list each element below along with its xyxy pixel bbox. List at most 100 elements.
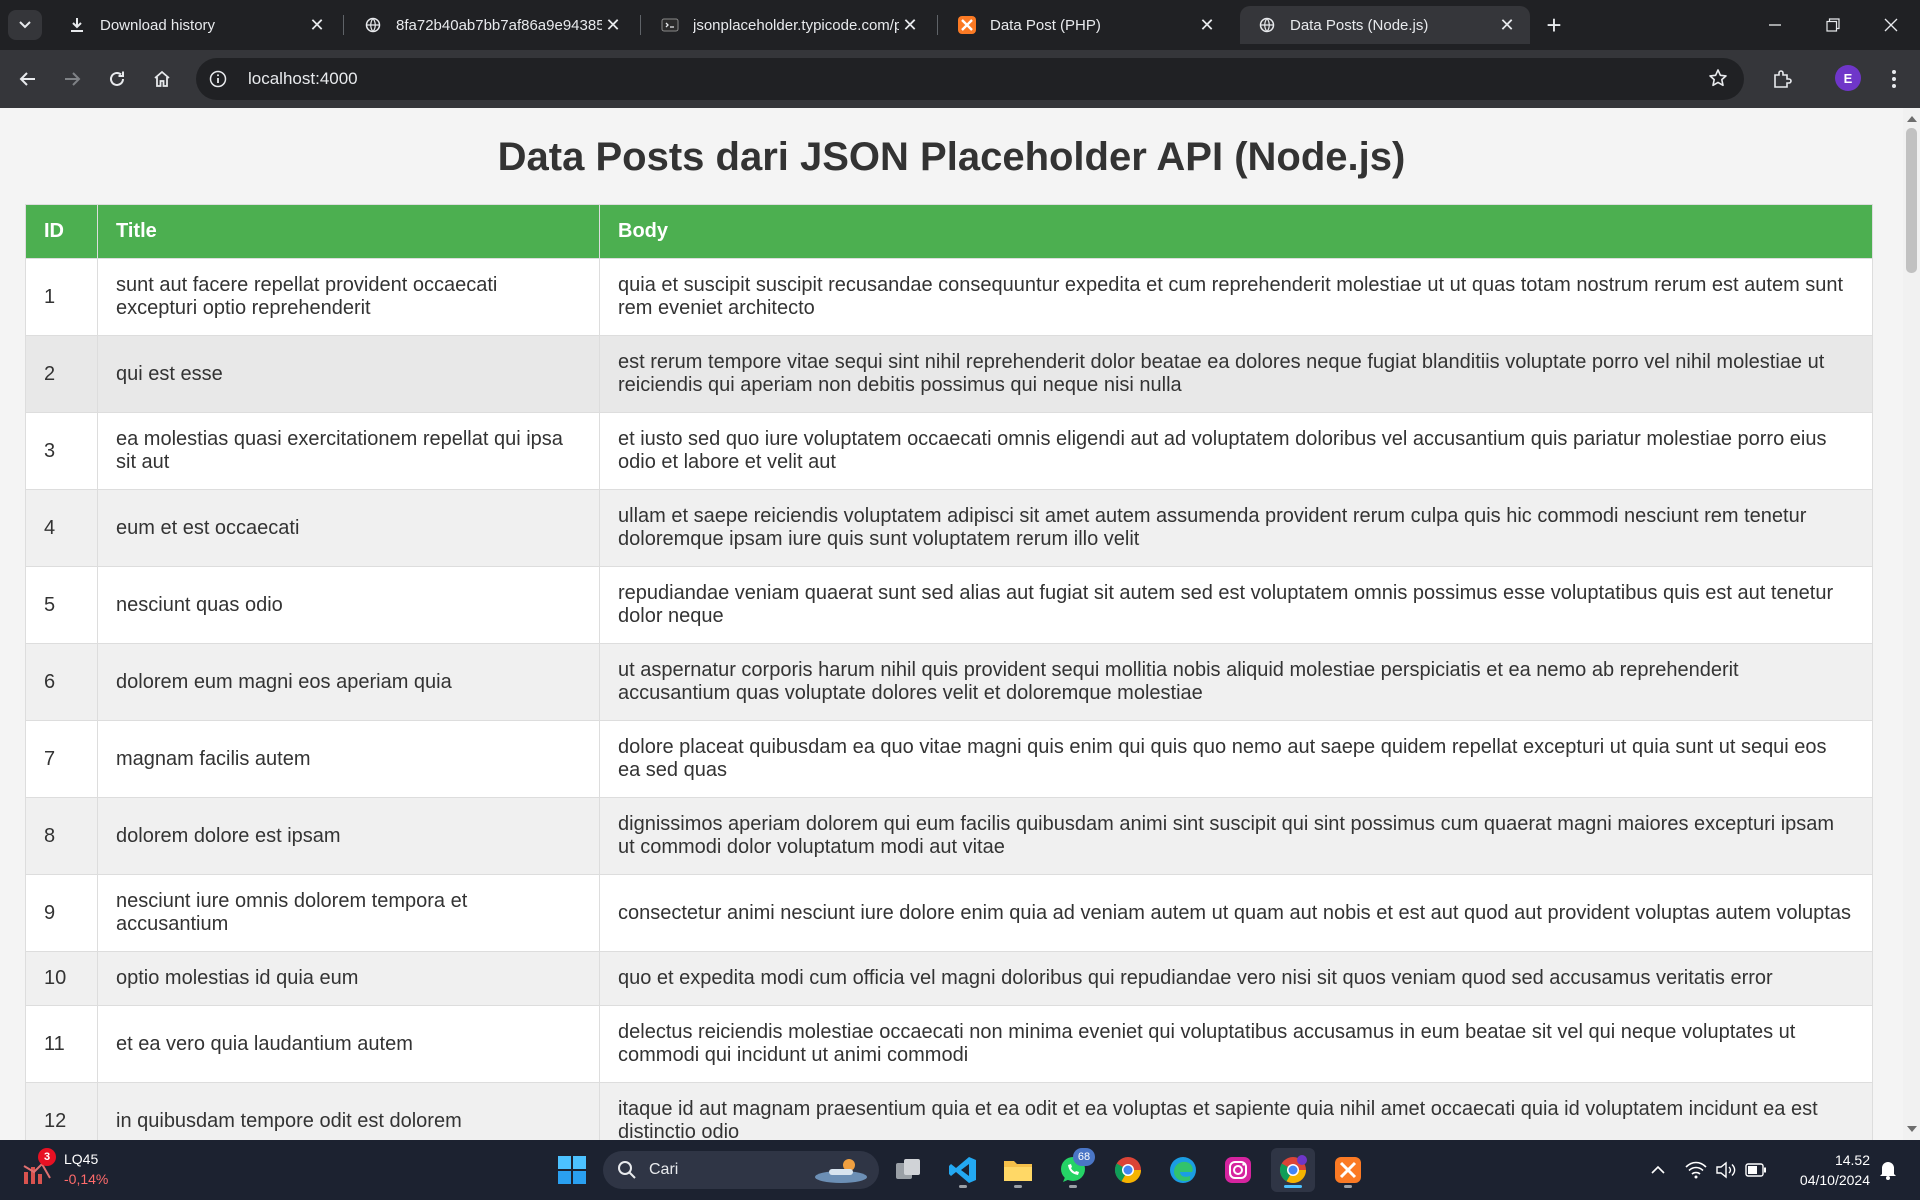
arrow-right-icon bbox=[65, 72, 81, 86]
battery-status[interactable] bbox=[1744, 1158, 1768, 1182]
show-hidden-icons-button[interactable] bbox=[1646, 1158, 1670, 1182]
cell-title: qui est esse bbox=[97, 335, 600, 413]
forward-button[interactable] bbox=[56, 63, 88, 95]
extensions-button[interactable] bbox=[1766, 63, 1798, 95]
cell-body: est rerum tempore vitae sequi sint nihil… bbox=[599, 335, 1873, 413]
tab-data-posts-nodejs[interactable]: Data Posts (Node.js) ✕ bbox=[1240, 6, 1530, 44]
battery-icon bbox=[1745, 1163, 1766, 1177]
scroll-down-arrow-icon[interactable] bbox=[1907, 1126, 1917, 1132]
reload-button[interactable] bbox=[101, 63, 133, 95]
menu-button[interactable] bbox=[1878, 63, 1910, 95]
chrome-profile-taskbar-button[interactable] bbox=[1271, 1148, 1315, 1192]
cell-title: dolorem eum magni eos aperiam quia bbox=[97, 643, 600, 721]
url-text[interactable]: localhost:4000 bbox=[248, 69, 358, 89]
instagram-icon bbox=[1225, 1157, 1251, 1183]
edge-taskbar-button[interactable] bbox=[1161, 1148, 1205, 1192]
tab-separator bbox=[640, 15, 641, 35]
tab-jsonplaceholder[interactable]: jsonplaceholder.typicode.com/p ✕ bbox=[643, 6, 933, 44]
kebab-menu-icon bbox=[1892, 70, 1896, 88]
stock-notification-badge: 3 bbox=[38, 1148, 56, 1166]
restore-button[interactable] bbox=[1810, 8, 1856, 42]
xampp-taskbar-button[interactable] bbox=[1326, 1148, 1370, 1192]
chrome-taskbar-button[interactable] bbox=[1106, 1148, 1150, 1192]
cell-id: 3 bbox=[25, 412, 98, 490]
tab-label: 8fa72b40ab7bb7af86a9e94385 bbox=[396, 16, 602, 34]
scroll-up-arrow-icon[interactable] bbox=[1907, 116, 1917, 122]
tab-hash-page[interactable]: 8fa72b40ab7bb7af86a9e94385 ✕ bbox=[346, 6, 636, 44]
close-icon[interactable]: ✕ bbox=[306, 14, 328, 36]
tab-label: jsonplaceholder.typicode.com/p bbox=[693, 16, 899, 34]
column-header-title: Title bbox=[97, 204, 600, 259]
close-window-button[interactable] bbox=[1868, 8, 1914, 42]
cell-title: eum et est occaecati bbox=[97, 489, 600, 567]
vscode-taskbar-button[interactable] bbox=[941, 1148, 985, 1192]
running-indicator bbox=[1344, 1185, 1352, 1188]
browser-toolbar: localhost:4000 E bbox=[0, 50, 1920, 108]
task-view-button[interactable] bbox=[886, 1148, 930, 1192]
arrow-left-icon bbox=[19, 72, 35, 86]
cell-id: 5 bbox=[25, 566, 98, 644]
table-row: 12 in quibusdam tempore odit est dolorem… bbox=[25, 1082, 1873, 1140]
cell-body: dolore placeat quibusdam ea quo vitae ma… bbox=[599, 720, 1873, 798]
table-row: 7 magnam facilis autem dolore placeat qu… bbox=[25, 720, 1873, 798]
tab-label: Data Post (PHP) bbox=[990, 16, 1101, 34]
taskbar-search[interactable]: Cari bbox=[603, 1151, 879, 1189]
volume-status[interactable] bbox=[1714, 1158, 1738, 1182]
address-bar[interactable]: localhost:4000 bbox=[196, 58, 1744, 100]
wifi-icon bbox=[1685, 1161, 1707, 1179]
chrome-icon bbox=[1114, 1157, 1142, 1184]
close-icon[interactable]: ✕ bbox=[899, 14, 921, 36]
tab-download-history[interactable]: Download history ✕ bbox=[50, 6, 340, 44]
profile-avatar[interactable]: E bbox=[1835, 65, 1861, 91]
cell-id: 4 bbox=[25, 489, 98, 567]
page-title: Data Posts dari JSON Placeholder API (No… bbox=[497, 135, 1406, 179]
new-tab-button[interactable]: + bbox=[1540, 12, 1568, 40]
posts-table: ID Title Body 1 sunt aut facere repellat… bbox=[25, 204, 1873, 1140]
table-row: 1 sunt aut facere repellat provident occ… bbox=[25, 258, 1873, 336]
cell-id: 6 bbox=[25, 643, 98, 721]
notification-button[interactable] bbox=[1876, 1158, 1900, 1182]
reload-icon bbox=[110, 71, 124, 86]
minimize-button[interactable] bbox=[1752, 8, 1798, 42]
cell-body: ut aspernatur corporis harum nihil quis … bbox=[599, 643, 1873, 721]
cell-title: optio molestias id quia eum bbox=[97, 951, 600, 1006]
site-info-icon[interactable] bbox=[206, 67, 230, 91]
tab-data-post-php[interactable]: Data Post (PHP) ✕ bbox=[940, 6, 1230, 44]
stock-widget[interactable]: 3 LQ45 -0,14% bbox=[22, 1148, 122, 1192]
tab-separator bbox=[343, 15, 344, 35]
back-button[interactable] bbox=[12, 63, 44, 95]
cell-id: 12 bbox=[25, 1082, 98, 1140]
whatsapp-taskbar-button[interactable]: 68 bbox=[1051, 1148, 1095, 1192]
bookmark-star-icon[interactable] bbox=[1708, 68, 1728, 93]
close-icon[interactable]: ✕ bbox=[1196, 14, 1218, 36]
running-indicator bbox=[1069, 1185, 1077, 1188]
cell-id: 7 bbox=[25, 720, 98, 798]
minimize-icon bbox=[1769, 24, 1781, 26]
table-row: 8 dolorem dolore est ipsam dignissimos a… bbox=[25, 797, 1873, 875]
table-row: 6 dolorem eum magni eos aperiam quia ut … bbox=[25, 643, 1873, 721]
close-icon[interactable]: ✕ bbox=[602, 14, 624, 36]
whatsapp-notification-badge: 68 bbox=[1073, 1148, 1095, 1166]
wifi-status[interactable] bbox=[1684, 1158, 1708, 1182]
taskbar-clock[interactable]: 14.52 04/10/2024 bbox=[1778, 1150, 1870, 1190]
table-row: 5 nesciunt quas odio repudiandae veniam … bbox=[25, 566, 1873, 644]
folder-icon bbox=[1004, 1161, 1032, 1181]
start-button[interactable] bbox=[550, 1148, 594, 1192]
xampp-icon bbox=[1335, 1157, 1361, 1183]
windows-logo-icon bbox=[558, 1156, 586, 1184]
scrollbar-thumb[interactable] bbox=[1906, 128, 1917, 273]
instagram-taskbar-button[interactable] bbox=[1216, 1148, 1260, 1192]
page-scrollbar[interactable] bbox=[1903, 108, 1920, 1140]
chrome-profile-icon bbox=[1279, 1155, 1307, 1184]
speaker-icon bbox=[1716, 1161, 1736, 1179]
cell-body: ullam et saepe reiciendis voluptatem adi… bbox=[599, 489, 1873, 567]
tab-search-button[interactable] bbox=[8, 10, 42, 40]
column-header-id: ID bbox=[25, 204, 98, 259]
home-button[interactable] bbox=[146, 63, 178, 95]
vscode-icon bbox=[949, 1157, 976, 1183]
page-viewport: Data Posts dari JSON Placeholder API (No… bbox=[0, 108, 1903, 1140]
bell-icon bbox=[1880, 1162, 1896, 1180]
task-view-icon bbox=[896, 1159, 920, 1179]
close-icon[interactable]: ✕ bbox=[1496, 14, 1518, 36]
file-explorer-taskbar-button[interactable] bbox=[996, 1148, 1040, 1192]
